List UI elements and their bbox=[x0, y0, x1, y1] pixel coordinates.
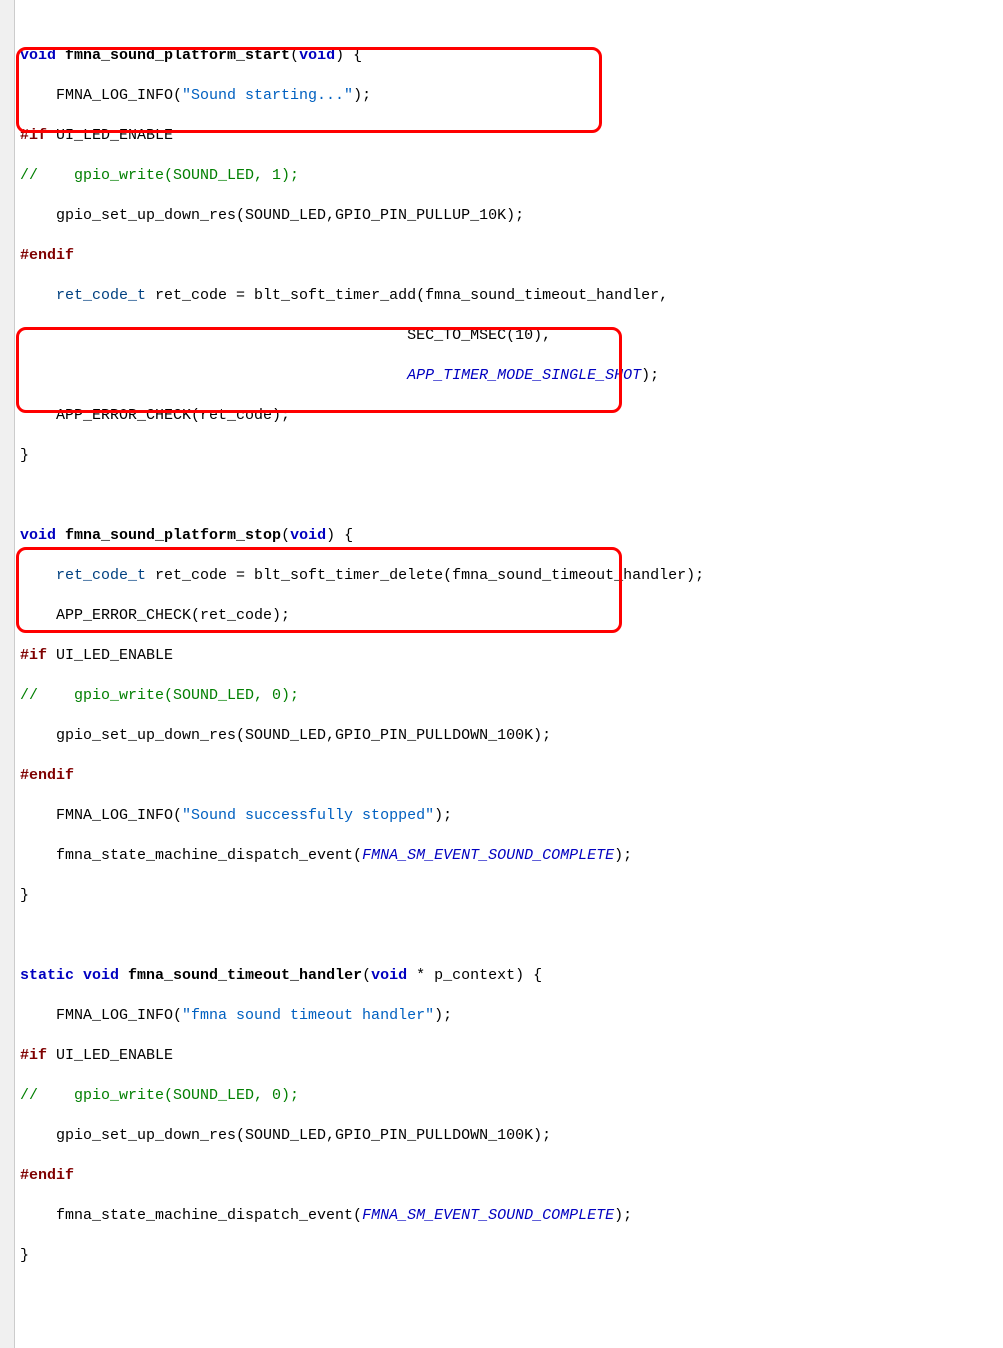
blank-line bbox=[20, 926, 1003, 946]
function-name: fmna_sound_platform_stop bbox=[56, 527, 281, 544]
code-line: ret_code_t ret_code = blt_soft_timer_del… bbox=[20, 566, 1003, 586]
code-line: void fmna_sound_platform_stop(void) { bbox=[20, 526, 1003, 546]
code-line: SEC_TO_MSEC(10), bbox=[20, 326, 1003, 346]
code-line: #if UI_LED_ENABLE bbox=[20, 646, 1003, 666]
constant: APP_TIMER_MODE_SINGLE_SHOT bbox=[407, 367, 641, 384]
constant: FMNA_SM_EVENT_SOUND_COMPLETE bbox=[362, 1207, 614, 1224]
string: "Sound starting..." bbox=[182, 87, 353, 104]
indent bbox=[20, 567, 56, 584]
code-line: #if UI_LED_ENABLE bbox=[20, 126, 1003, 146]
blank-line bbox=[20, 486, 1003, 506]
code-line: #if UI_LED_ENABLE bbox=[20, 1046, 1003, 1066]
code-line: gpio_set_up_down_res(SOUND_LED,GPIO_PIN_… bbox=[20, 726, 1003, 746]
constant: FMNA_SM_EVENT_SOUND_COMPLETE bbox=[362, 847, 614, 864]
code-line: static void fmna_sound_timeout_handler(v… bbox=[20, 966, 1003, 986]
preproc: #endif bbox=[20, 246, 1003, 266]
code-block: void fmna_sound_platform_start(void) { F… bbox=[0, 0, 1003, 1348]
brace: } bbox=[20, 1246, 1003, 1266]
comment: // gpio_write(SOUND_LED, 1); bbox=[20, 166, 1003, 186]
preproc: #if bbox=[20, 1047, 47, 1064]
keyword: void bbox=[371, 967, 407, 984]
brace: ) { bbox=[326, 527, 353, 544]
text: UI_LED_ENABLE bbox=[47, 127, 173, 144]
text: * p_context) { bbox=[407, 967, 542, 984]
text: ); bbox=[353, 87, 371, 104]
keyword: void bbox=[20, 527, 56, 544]
type: ret_code_t bbox=[56, 567, 146, 584]
code-line: APP_TIMER_MODE_SINGLE_SHOT); bbox=[20, 366, 1003, 386]
text: ret_code = blt_soft_timer_add(fmna_sound… bbox=[146, 287, 668, 304]
indent bbox=[20, 287, 56, 304]
function-name: fmna_sound_platform_start bbox=[56, 47, 290, 64]
paren: ( bbox=[290, 47, 299, 64]
preproc: #endif bbox=[20, 1166, 1003, 1186]
paren: ( bbox=[362, 967, 371, 984]
text: ); bbox=[614, 1207, 632, 1224]
code-line: APP_ERROR_CHECK(ret_code); bbox=[20, 406, 1003, 426]
code-line: FMNA_LOG_INFO("Sound starting..."); bbox=[20, 86, 1003, 106]
text: ); bbox=[434, 1007, 452, 1024]
keyword: void bbox=[20, 47, 56, 64]
text: UI_LED_ENABLE bbox=[47, 647, 173, 664]
text: ); bbox=[434, 807, 452, 824]
code-line: FMNA_LOG_INFO("Sound successfully stoppe… bbox=[20, 806, 1003, 826]
code-line: APP_ERROR_CHECK(ret_code); bbox=[20, 606, 1003, 626]
comment: // gpio_write(SOUND_LED, 0); bbox=[20, 1086, 1003, 1106]
code-line: fmna_state_machine_dispatch_event(FMNA_S… bbox=[20, 846, 1003, 866]
keyword: static void bbox=[20, 967, 119, 984]
paren: ( bbox=[281, 527, 290, 544]
preproc: #endif bbox=[20, 766, 1003, 786]
brace: ) { bbox=[335, 47, 362, 64]
string: "fmna sound timeout handler" bbox=[182, 1007, 434, 1024]
text: ret_code = blt_soft_timer_delete(fmna_so… bbox=[146, 567, 704, 584]
brace: } bbox=[20, 446, 1003, 466]
text: FMNA_LOG_INFO( bbox=[20, 807, 182, 824]
code-line: fmna_state_machine_dispatch_event(FMNA_S… bbox=[20, 1206, 1003, 1226]
preproc: #if bbox=[20, 127, 47, 144]
code-line: gpio_set_up_down_res(SOUND_LED,GPIO_PIN_… bbox=[20, 206, 1003, 226]
text: UI_LED_ENABLE bbox=[47, 1047, 173, 1064]
keyword: void bbox=[299, 47, 335, 64]
text: FMNA_LOG_INFO( bbox=[20, 1007, 182, 1024]
code-line: gpio_set_up_down_res(SOUND_LED,GPIO_PIN_… bbox=[20, 1126, 1003, 1146]
string: "Sound successfully stopped" bbox=[182, 807, 434, 824]
line-gutter bbox=[0, 0, 15, 1348]
keyword: void bbox=[290, 527, 326, 544]
text: FMNA_LOG_INFO( bbox=[20, 87, 182, 104]
text: fmna_state_machine_dispatch_event( bbox=[20, 847, 362, 864]
comment: // gpio_write(SOUND_LED, 0); bbox=[20, 686, 1003, 706]
function-name: fmna_sound_timeout_handler bbox=[119, 967, 362, 984]
code-line: FMNA_LOG_INFO("fmna sound timeout handle… bbox=[20, 1006, 1003, 1026]
text: ); bbox=[614, 847, 632, 864]
preproc: #if bbox=[20, 647, 47, 664]
text: ); bbox=[641, 367, 659, 384]
code-line: void fmna_sound_platform_start(void) { bbox=[20, 46, 1003, 66]
type: ret_code_t bbox=[56, 287, 146, 304]
code-line: ret_code_t ret_code = blt_soft_timer_add… bbox=[20, 286, 1003, 306]
indent bbox=[20, 367, 407, 384]
text: fmna_state_machine_dispatch_event( bbox=[20, 1207, 362, 1224]
brace: } bbox=[20, 886, 1003, 906]
